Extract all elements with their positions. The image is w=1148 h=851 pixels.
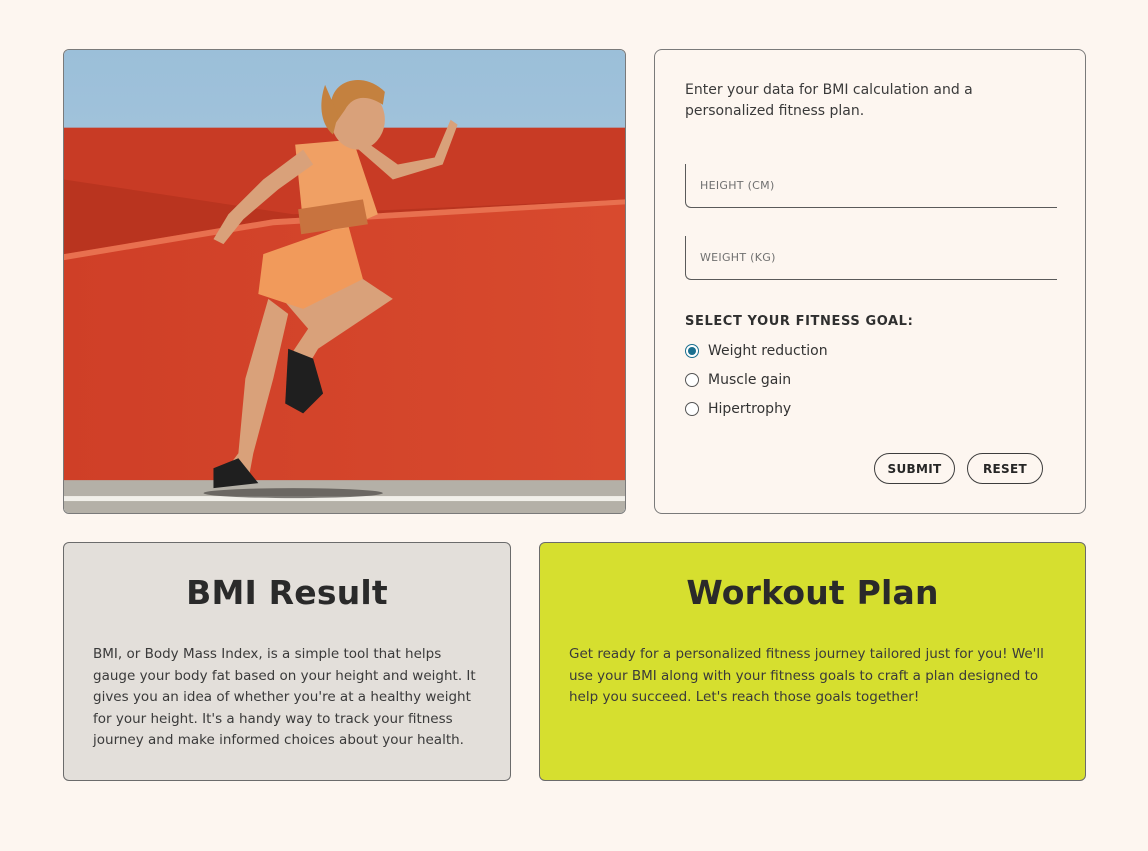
- radio-unchecked-icon[interactable]: [685, 373, 699, 387]
- bmi-form-card: Enter your data for BMI calculation and …: [654, 49, 1086, 514]
- submit-button[interactable]: SUBMIT: [874, 453, 955, 484]
- workout-plan-title: Workout Plan: [686, 573, 939, 612]
- height-input[interactable]: [686, 164, 1057, 207]
- goal-option-hipertrophy[interactable]: Hipertrophy: [685, 399, 791, 419]
- weight-input[interactable]: [686, 236, 1057, 279]
- radio-unchecked-icon[interactable]: [685, 402, 699, 416]
- goal-option-label: Muscle gain: [708, 372, 792, 388]
- goal-option-weight-reduction[interactable]: Weight reduction: [685, 341, 828, 361]
- bmi-result-card: BMI Result BMI, or Body Mass Index, is a…: [63, 542, 511, 781]
- bmi-result-title: BMI Result: [186, 573, 388, 612]
- workout-plan-card: Workout Plan Get ready for a personalize…: [539, 542, 1086, 781]
- reset-button[interactable]: RESET: [967, 453, 1043, 484]
- weight-field[interactable]: [685, 236, 1057, 280]
- bmi-result-description: BMI, or Body Mass Index, is a simple too…: [93, 646, 476, 748]
- hero-image: [63, 49, 626, 514]
- radio-checked-icon[interactable]: [685, 344, 699, 358]
- goal-option-muscle-gain[interactable]: Muscle gain: [685, 370, 791, 390]
- fitness-goal-label: SELECT YOUR FITNESS GOAL:: [685, 314, 914, 329]
- goal-option-label: Weight reduction: [708, 343, 828, 359]
- runner-photo-icon: [64, 50, 625, 513]
- workout-plan-description: Get ready for a personalized fitness jou…: [569, 646, 1044, 705]
- form-intro-text: Enter your data for BMI calculation and …: [685, 82, 973, 119]
- height-field[interactable]: [685, 164, 1057, 208]
- goal-option-label: Hipertrophy: [708, 401, 792, 417]
